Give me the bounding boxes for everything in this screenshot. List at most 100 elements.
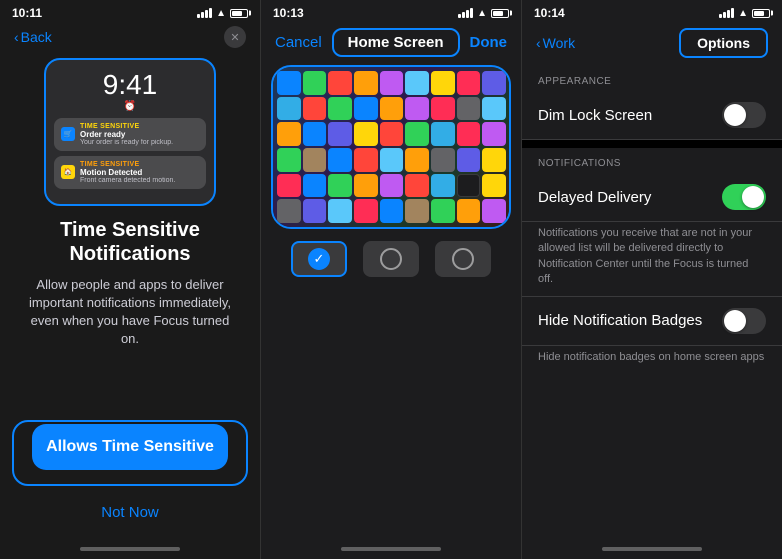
notif2-title: Motion Detected [80,168,175,177]
cancel-button[interactable]: Cancel [275,34,322,51]
circle-icon [380,248,402,270]
app-icon[interactable] [303,71,327,95]
check-icon: ✓ [308,248,330,270]
app-icon[interactable] [277,174,301,198]
app-icon-order: 🛒 [61,127,75,141]
hide-badges-toggle[interactable] [722,308,766,334]
app-icon[interactable] [405,122,429,146]
app-icon[interactable] [328,174,352,198]
home-screen-title: Home Screen [332,28,460,57]
delayed-delivery-row: Delayed Delivery [522,173,782,222]
app-icon[interactable] [482,71,506,95]
app-icon[interactable] [380,174,404,198]
wifi-icon-2: ▲ [477,8,487,19]
screen-option-2[interactable] [363,241,419,277]
app-icon[interactable] [431,174,455,198]
app-icon[interactable] [457,97,481,121]
app-icon[interactable] [277,122,301,146]
app-icon[interactable] [303,122,327,146]
app-icon[interactable] [380,148,404,172]
close-button[interactable]: ✕ [224,26,246,48]
status-icons-1: ▲ [197,8,248,19]
done-button[interactable]: Done [469,34,507,51]
app-icon[interactable] [380,199,404,223]
panel-time-sensitive: 10:11 ▲ ‹ Back ✕ 9:41 ⏰ 🛒 TIME SENSITIV [0,0,261,559]
app-icon[interactable] [482,148,506,172]
app-icon[interactable] [354,174,378,198]
dim-lock-toggle[interactable] [722,102,766,128]
app-icon[interactable] [328,148,352,172]
app-icon[interactable] [405,148,429,172]
app-icon[interactable] [457,71,481,95]
app-icon[interactable] [303,174,327,198]
app-icon[interactable] [457,174,481,198]
app-icon[interactable] [303,199,327,223]
app-icon[interactable] [457,199,481,223]
panel-options: 10:14 ▲ ‹ Work Options APPEARANCE Dim Lo… [522,0,782,559]
back-work-button[interactable]: ‹ Work [536,35,575,51]
app-icon[interactable] [405,97,429,121]
back-label: Back [21,29,52,45]
app-icon[interactable] [431,71,455,95]
app-icon[interactable] [354,122,378,146]
wifi-icon-1: ▲ [216,8,226,19]
not-now-button[interactable]: Not Now [0,498,260,527]
status-time-1: 10:11 [12,6,42,20]
app-icon[interactable] [328,71,352,95]
app-icon[interactable] [482,199,506,223]
screen-option-1[interactable]: ✓ [291,241,347,277]
app-icon[interactable] [405,199,429,223]
app-icon[interactable] [431,122,455,146]
app-icon[interactable] [457,122,481,146]
battery-icon-1 [230,9,248,18]
screen-option-3[interactable] [435,241,491,277]
app-icon[interactable] [380,122,404,146]
app-icon[interactable] [431,148,455,172]
back-work-label: Work [543,35,575,51]
app-icon[interactable] [277,71,301,95]
app-icon[interactable] [354,199,378,223]
app-icon[interactable] [354,97,378,121]
app-icon[interactable] [380,71,404,95]
app-icon[interactable] [380,97,404,121]
hide-badges-row: Hide Notification Badges [522,296,782,346]
homescreen-container [271,65,511,229]
status-bar-3: 10:14 ▲ [522,0,782,24]
home-indicator-3 [602,547,702,551]
app-icon-motion: 🏠 [61,165,75,179]
section-appearance: APPEARANCE [522,66,782,91]
allows-time-sensitive-button[interactable]: Allows Time Sensitive [32,424,228,470]
app-icon[interactable] [277,148,301,172]
app-icon[interactable] [482,174,506,198]
app-icon[interactable] [354,148,378,172]
app-icon[interactable] [482,122,506,146]
delayed-delivery-toggle[interactable] [722,184,766,210]
app-icon[interactable] [431,199,455,223]
app-icon[interactable] [405,71,429,95]
app-icon[interactable] [303,97,327,121]
lockscreen-notification-1: 🛒 TIME SENSITIVE Order ready Your order … [54,118,206,151]
app-icon[interactable] [354,71,378,95]
app-icon[interactable] [405,174,429,198]
home-indicator-1 [80,547,180,551]
tab-options[interactable]: Options [679,28,768,58]
app-icon[interactable] [482,97,506,121]
app-icon[interactable] [303,148,327,172]
status-icons-3: ▲ [719,8,770,19]
status-icons-2: ▲ [458,8,509,19]
signal-icon-1 [197,8,212,18]
app-icon[interactable] [457,148,481,172]
status-bar-1: 10:11 ▲ [0,0,260,24]
app-icon[interactable] [328,97,352,121]
toggle-knob-badges [724,310,746,332]
app-icon[interactable] [431,97,455,121]
lockscreen-notification-2: 🏠 TIME SENSITIVE Motion Detected Front c… [54,156,206,189]
app-icon[interactable] [277,199,301,223]
app-icon[interactable] [328,199,352,223]
back-button[interactable]: ‹ Back [14,29,52,45]
toggle-knob [724,104,746,126]
nav-bar-1: ‹ Back ✕ [0,24,260,54]
p3-nav: ‹ Work Options [522,24,782,66]
app-icon[interactable] [277,97,301,121]
app-icon[interactable] [328,122,352,146]
